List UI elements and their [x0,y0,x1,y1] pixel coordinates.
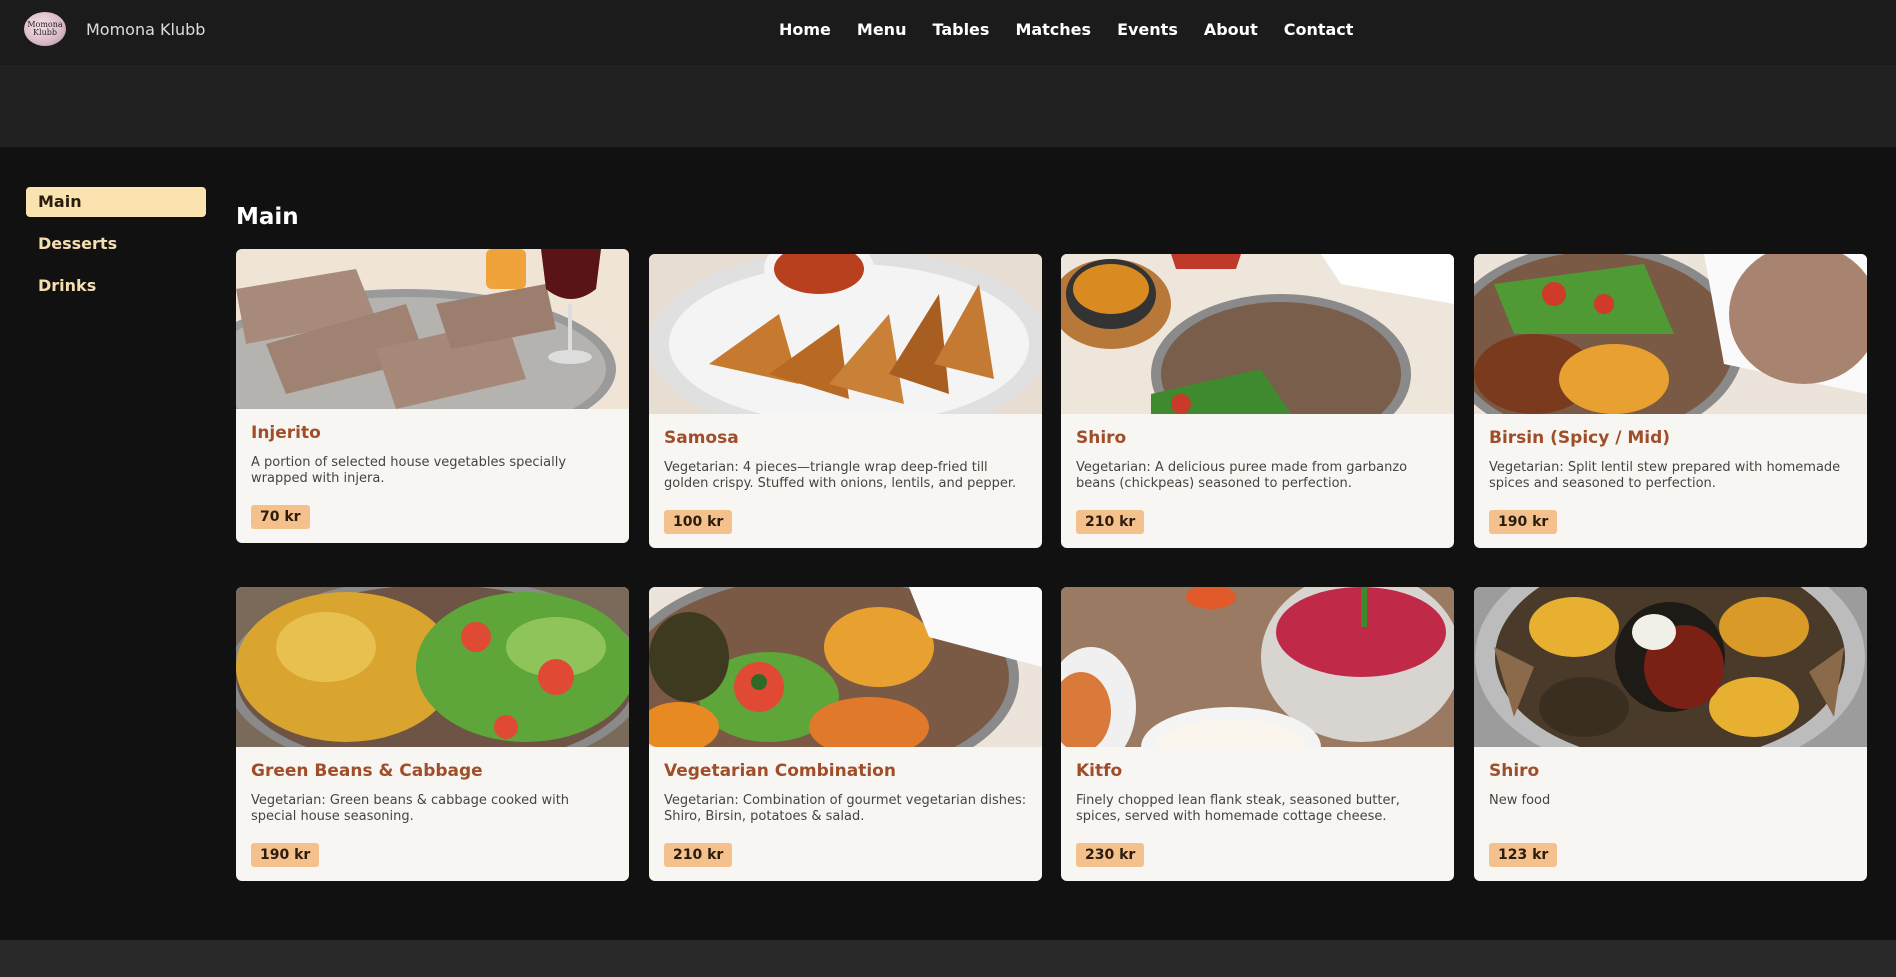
card-title: Green Beans & Cabbage [251,761,483,781]
footer [0,940,1896,977]
price-badge: 190 kr [251,843,320,867]
card-description: Vegetarian: Split lentil stew prepared w… [1489,460,1841,491]
card-description: New food [1489,793,1551,808]
brand[interactable]: Momona Klubb Momona Klubb [24,12,205,46]
hero-band [0,65,1896,147]
menu-card[interactable]: Green Beans & Cabbage Vegetarian: Green … [236,587,629,881]
menu-card[interactable]: Birsin (Spicy / Mid) Vegetarian: Split l… [1474,254,1867,548]
price-badge: 230 kr [1076,843,1145,867]
category-desserts[interactable]: Desserts [26,229,206,259]
card-description: Vegetarian: Green beans & cabbage cooked… [251,793,570,824]
menu-card[interactable]: Injerito A portion of selected house veg… [236,249,629,543]
card-title: Kitfo [1076,761,1123,781]
nav-links: Home Menu Tables Matches Events About Co… [779,20,1353,39]
card-title: Samosa [664,428,739,448]
menu-card[interactable]: Vegetarian Combination Vegetarian: Combi… [649,587,1042,881]
nav-matches[interactable]: Matches [1015,20,1091,39]
navbar: Momona Klubb Momona Klubb Home Menu Tabl… [0,0,1896,65]
food-image [236,587,629,747]
card-description: A portion of selected house vegetables s… [251,455,567,486]
card-description: Finely chopped lean flank steak, seasone… [1076,793,1400,824]
food-image [649,587,1042,747]
card-title: Shiro [1076,428,1127,448]
food-image [649,254,1042,414]
price-badge: 70 kr [251,505,310,529]
nav-menu[interactable]: Menu [857,20,907,39]
food-image [1061,254,1454,414]
price-badge: 123 kr [1489,843,1558,867]
card-title: Vegetarian Combination [664,761,896,781]
nav-contact[interactable]: Contact [1284,20,1354,39]
food-image [1474,587,1867,747]
price-badge: 210 kr [1076,510,1145,534]
category-main[interactable]: Main [26,187,206,217]
nav-home[interactable]: Home [779,20,831,39]
nav-events[interactable]: Events [1117,20,1178,39]
menu-card[interactable]: Kitfo Finely chopped lean flank steak, s… [1061,587,1454,881]
food-image [1474,254,1867,414]
section-title: Main [236,204,299,230]
food-image [236,249,629,409]
nav-tables[interactable]: Tables [932,20,989,39]
card-title: Injerito [251,423,321,443]
card-description: Vegetarian: 4 pieces—triangle wrap deep-… [664,460,1017,491]
menu-card[interactable]: Shiro Vegetarian: A delicious puree made… [1061,254,1454,548]
card-title: Shiro [1489,761,1540,781]
price-badge: 190 kr [1489,510,1558,534]
brand-logo[interactable]: Momona Klubb [24,12,66,46]
card-title: Birsin (Spicy / Mid) [1489,428,1671,448]
card-description: Vegetarian: A delicious puree made from … [1076,460,1408,491]
category-drinks[interactable]: Drinks [26,271,206,301]
food-image [1061,587,1454,747]
category-sidebar: Main Desserts Drinks [26,187,206,313]
price-badge: 210 kr [664,843,733,867]
price-badge: 100 kr [664,510,733,534]
menu-card[interactable]: Shiro New food 123 kr [1474,587,1867,881]
card-description: Vegetarian: Combination of gourmet veget… [664,793,1027,824]
nav-about[interactable]: About [1204,20,1258,39]
brand-name[interactable]: Momona Klubb [86,20,205,39]
menu-card[interactable]: Samosa Vegetarian: 4 pieces—triangle wra… [649,254,1042,548]
